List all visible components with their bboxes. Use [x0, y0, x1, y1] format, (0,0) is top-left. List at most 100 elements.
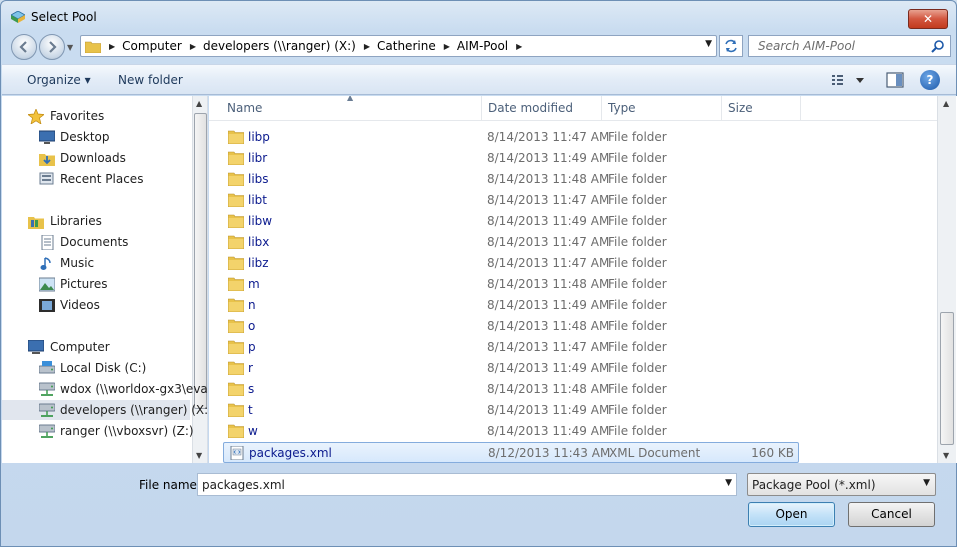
sidebar-item[interactable]: Videos: [2, 295, 190, 315]
organize-button[interactable]: Organize ▾: [27, 73, 91, 87]
sidebar-item[interactable]: Libraries: [2, 211, 190, 231]
sidebar-item[interactable]: Downloads: [2, 148, 190, 168]
close-button[interactable]: ✕: [908, 9, 948, 29]
file-name-label: File name:: [139, 478, 201, 492]
column-name[interactable]: Name: [221, 96, 482, 121]
file-list-scroll-thumb[interactable]: [940, 312, 954, 445]
table-row[interactable]: libp 8/14/2013 11:47 AM File folder: [223, 127, 799, 148]
sidebar-item[interactable]: Pictures: [2, 274, 190, 294]
breadcrumb-developers[interactable]: developers (\\ranger) (X:): [203, 36, 356, 56]
breadcrumb-separator[interactable]: ▶: [516, 42, 522, 51]
file-date-modified: 8/14/2013 11:49 AM: [487, 361, 610, 375]
nav-scroll-thumb[interactable]: [194, 113, 207, 409]
folder-icon: [227, 151, 245, 166]
sidebar-item[interactable]: Music: [2, 253, 190, 273]
breadcrumb-separator[interactable]: ▶: [444, 42, 450, 51]
column-size[interactable]: Size: [722, 96, 801, 121]
breadcrumb-separator[interactable]: ▶: [109, 42, 115, 51]
back-button[interactable]: [11, 34, 37, 60]
network-drive-icon: [38, 382, 56, 397]
search-icon[interactable]: [931, 39, 945, 53]
sidebar-item-label: Libraries: [50, 214, 102, 228]
file-date-modified: 8/14/2013 11:49 AM: [487, 298, 610, 312]
views-icon[interactable]: [830, 71, 866, 89]
column-type[interactable]: Type: [602, 96, 722, 121]
cancel-button[interactable]: Cancel: [848, 502, 935, 527]
scroll-down-icon[interactable]: ▼: [943, 451, 949, 460]
sidebar-item[interactable]: wdox (\\worldox-gx3\eva: [2, 379, 207, 399]
table-row[interactable]: libx 8/14/2013 11:47 AM File folder: [223, 232, 799, 253]
sidebar-item[interactable]: Documents: [2, 232, 190, 252]
table-row[interactable]: libt 8/14/2013 11:47 AM File folder: [223, 190, 799, 211]
forward-button[interactable]: [39, 34, 65, 60]
file-name-input[interactable]: packages.xml ▼: [197, 473, 737, 496]
file-name: libr: [248, 151, 268, 165]
search-input[interactable]: Search AIM-Pool: [748, 35, 951, 57]
chevron-down-icon[interactable]: ▼: [705, 39, 712, 49]
libraries-icon: [28, 214, 44, 229]
file-type: File folder: [608, 151, 667, 165]
scroll-up-icon[interactable]: ▲: [943, 99, 949, 108]
table-row[interactable]: p 8/14/2013 11:47 AM File folder: [223, 337, 799, 358]
table-row[interactable]: w 8/14/2013 11:49 AM File folder: [223, 421, 799, 442]
file-type-select[interactable]: Package Pool (*.xml) ▼: [747, 473, 936, 496]
table-row[interactable]: n 8/14/2013 11:49 AM File folder: [223, 295, 799, 316]
file-name: w: [248, 424, 258, 438]
table-row[interactable]: libs 8/14/2013 11:48 AM File folder: [223, 169, 799, 190]
address-bar[interactable]: ▶ Computer ▶ developers (\\ranger) (X:) …: [80, 35, 717, 57]
preview-pane-icon[interactable]: [886, 72, 904, 88]
breadcrumb-computer[interactable]: Computer: [122, 36, 182, 56]
table-row[interactable]: t 8/14/2013 11:49 AM File folder: [223, 400, 799, 421]
sidebar-item[interactable]: Computer: [2, 337, 190, 357]
sidebar-item-label: Videos: [60, 298, 100, 312]
file-date-modified: 8/14/2013 11:49 AM: [487, 403, 610, 417]
file-name: p: [248, 340, 256, 354]
sidebar-item-label: Local Disk (C:): [60, 361, 147, 375]
refresh-button[interactable]: [719, 35, 743, 57]
command-bar: Organize ▾ New folder ?: [2, 64, 956, 95]
sidebar-item[interactable]: ranger (\\vboxsvr) (Z:): [2, 421, 194, 441]
file-date-modified: 8/14/2013 11:48 AM: [487, 172, 610, 186]
folder-icon: [227, 256, 245, 271]
breadcrumb-separator[interactable]: ▶: [190, 42, 196, 51]
chevron-down-icon[interactable]: ▼: [725, 478, 732, 488]
new-folder-button[interactable]: New folder: [118, 73, 183, 87]
folder-icon: [227, 403, 245, 418]
sidebar-item[interactable]: Desktop: [2, 127, 190, 147]
breadcrumb-separator[interactable]: ▶: [364, 42, 370, 51]
scroll-down-icon[interactable]: ▼: [196, 451, 202, 460]
open-button[interactable]: Open: [748, 502, 835, 527]
table-row[interactable]: o 8/14/2013 11:48 AM File folder: [223, 316, 799, 337]
sidebar-item[interactable]: Favorites: [2, 106, 190, 126]
table-row[interactable]: packages.xml 8/12/2013 11:43 AM XML Docume…: [223, 442, 799, 463]
column-date-modified[interactable]: Date modified: [482, 96, 602, 121]
breadcrumb-catherine[interactable]: Catherine: [377, 36, 436, 56]
sidebar-item-label: Downloads: [60, 151, 126, 165]
folder-icon: [227, 193, 245, 208]
recent-pages-dropdown[interactable]: ▼: [67, 43, 73, 52]
table-row[interactable]: m 8/14/2013 11:48 AM File folder: [223, 274, 799, 295]
sidebar-item[interactable]: developers (\\ranger) (X:): [2, 400, 207, 420]
help-icon[interactable]: ?: [920, 70, 940, 90]
file-list: ▲ Name Date modified Type Size ▲ ▼ libp 8…: [209, 96, 957, 463]
table-row[interactable]: r 8/14/2013 11:49 AM File folder: [223, 358, 799, 379]
table-row[interactable]: libw 8/14/2013 11:49 AM File folder: [223, 211, 799, 232]
file-type-value: Package Pool (*.xml): [752, 478, 876, 492]
sidebar-item[interactable]: Local Disk (C:): [2, 358, 190, 378]
file-date-modified: 8/14/2013 11:49 AM: [487, 424, 610, 438]
title-bar[interactable]: Select Pool ✕: [1, 1, 956, 34]
file-type: File folder: [608, 340, 667, 354]
chevron-down-icon[interactable]: ▼: [923, 478, 930, 488]
sidebar-item[interactable]: Recent Places: [2, 169, 190, 189]
table-row[interactable]: libz 8/14/2013 11:47 AM File folder: [223, 253, 799, 274]
file-date-modified: 8/14/2013 11:49 AM: [487, 214, 610, 228]
scroll-up-icon[interactable]: ▲: [196, 99, 202, 108]
table-row[interactable]: s 8/14/2013 11:48 AM File folder: [223, 379, 799, 400]
dialog-window: Select Pool ✕ ▼ ▶ Computer ▶ developers …: [0, 0, 957, 547]
file-type: File folder: [608, 214, 667, 228]
breadcrumb-aim-pool[interactable]: AIM-Pool: [457, 36, 508, 56]
file-type: File folder: [608, 298, 667, 312]
file-list-scrollbar[interactable]: ▲ ▼: [937, 96, 956, 463]
table-row[interactable]: libr 8/14/2013 11:49 AM File folder: [223, 148, 799, 169]
window-title: Select Pool: [31, 10, 97, 24]
